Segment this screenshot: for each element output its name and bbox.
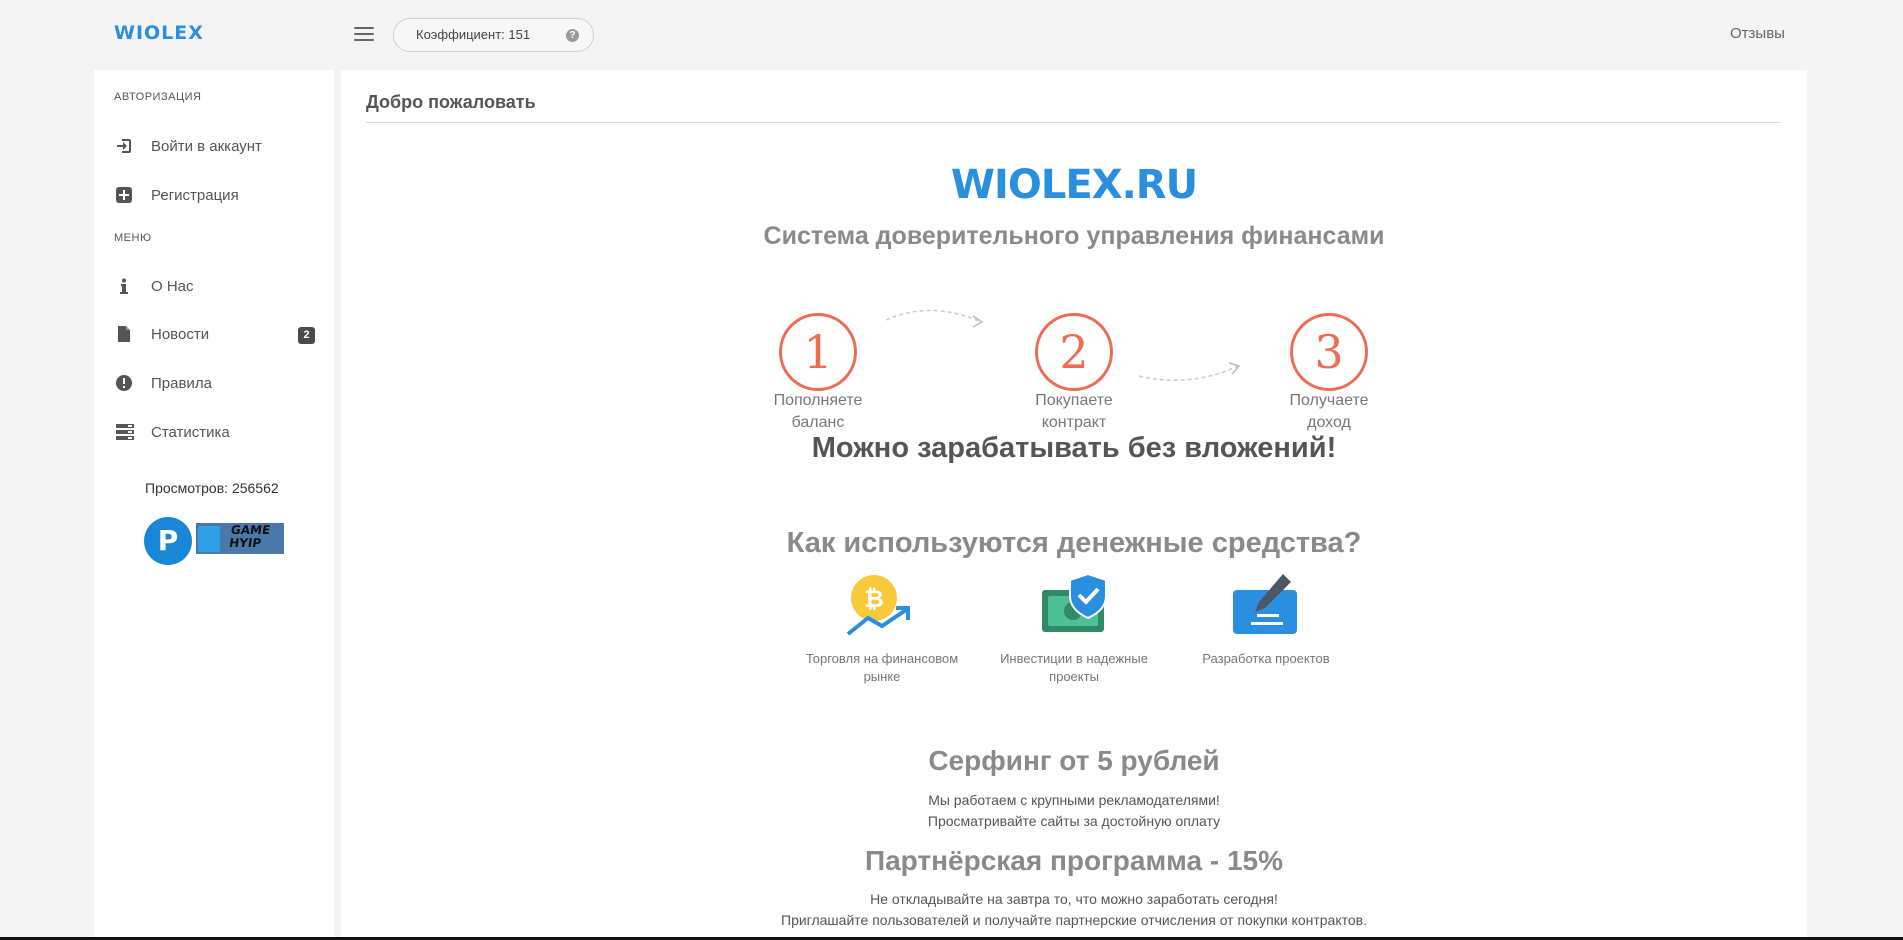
earn-headline: Можно зарабатывать без вложений!	[811, 432, 1337, 464]
views-counter: Просмотров: 256562	[145, 480, 279, 496]
step-3-circle: 3	[1290, 313, 1368, 391]
sidebar-item-label: Статистика	[151, 424, 230, 441]
sidebar-item-stats[interactable]: Статистика	[94, 412, 334, 452]
step-label-line: контракт	[1041, 414, 1107, 431]
exclamation-circle-icon	[116, 375, 132, 391]
sidebar-item-login[interactable]: Войти в аккаунт	[94, 126, 334, 166]
auth-section-title: Авторизация	[114, 91, 202, 103]
partner-text-1: Не откладывайте на завтра то, что можно …	[870, 891, 1278, 907]
how-funds-title: Как используются денежные средства?	[786, 527, 1362, 559]
step-label-line: Пополняете	[773, 392, 863, 409]
step-label-line: Получаете	[1289, 392, 1369, 409]
use-label-line: рынке	[863, 669, 901, 684]
partner-text-2: Приглашайте пользователей и получайте па…	[781, 912, 1367, 928]
sidebar-item-about[interactable]: О Нас	[94, 266, 334, 306]
surfing-title: Серфинг от 5 рублей	[928, 745, 1220, 776]
svg-text:₿: ₿	[864, 585, 884, 613]
menu-toggle-icon[interactable]	[354, 27, 374, 43]
step-label-line: Покупаете	[1035, 392, 1113, 409]
money-shield-icon	[1042, 572, 1107, 632]
main-content: Добро пожаловать WIOLEX.RU Система довер…	[341, 70, 1807, 940]
info-icon	[116, 278, 132, 294]
use-label-trading: Торговля на финансовом рынке	[797, 650, 967, 686]
partner-title: Партнёрская программа - 15%	[864, 845, 1284, 876]
step-3-label: Получаете доход	[1259, 390, 1399, 434]
monitor-p-badge[interactable]: P	[144, 517, 192, 565]
sidebar-item-label: Регистрация	[151, 187, 239, 204]
sidebar-item-label: Правила	[151, 375, 212, 392]
top-header: WIOLEX Коэффициент: 151 ? Отзывы	[0, 0, 1903, 70]
cup-icon	[198, 526, 220, 552]
pen-board-icon	[1233, 574, 1297, 634]
plus-square-icon	[116, 187, 132, 203]
banner-text: GAME HYIP	[228, 523, 272, 550]
step-label-line: баланс	[791, 414, 845, 431]
sidebar-item-rules[interactable]: Правила	[94, 363, 334, 403]
menu-section-title: Меню	[114, 232, 152, 244]
use-label-line: Торговля на финансовом	[805, 651, 959, 666]
brand-logo[interactable]: WIOLEX	[114, 22, 204, 44]
step-1-circle: 1	[779, 313, 857, 391]
sidebar-item-label: Новости	[151, 326, 210, 343]
coefficient-pill: Коэффициент: 151 ?	[393, 18, 594, 52]
use-label-line: Разработка проектов	[1202, 651, 1330, 666]
step-2-label: Покупаете контракт	[1004, 390, 1144, 434]
use-label-development: Разработка проектов	[1181, 650, 1351, 668]
help-icon[interactable]: ?	[566, 29, 579, 42]
sidebar: Авторизация Войти в аккаунт Регистрация …	[94, 70, 334, 940]
file-icon	[116, 326, 132, 342]
step-1-label: Пополняете баланс	[748, 390, 888, 434]
step-2-circle: 2	[1035, 313, 1113, 391]
game-hyip-banner[interactable]: GAME HYIP	[196, 523, 284, 554]
bitcoin-chart-icon: ₿	[846, 575, 910, 636]
coefficient-label: Коэффициент: 151	[416, 27, 531, 42]
sidebar-item-label: Войти в аккаунт	[151, 138, 262, 155]
surfing-text-1: Мы работаем с крупными рекламодателями!	[928, 792, 1220, 808]
use-label-line: проекты	[1049, 669, 1099, 684]
surfing-text-2: Просматривайте сайты за достойную оплату	[927, 813, 1221, 829]
use-label-investing: Инвестиции в надежные проекты	[989, 650, 1159, 686]
sign-in-icon	[116, 138, 132, 154]
sidebar-item-label: О Нас	[151, 278, 194, 295]
reviews-link[interactable]: Отзывы	[1730, 25, 1785, 42]
sidebar-item-news[interactable]: Новости 2	[94, 314, 334, 354]
server-icon	[116, 424, 134, 440]
news-count-badge: 2	[298, 327, 315, 344]
step-label-line: доход	[1307, 414, 1351, 431]
sidebar-item-register[interactable]: Регистрация	[94, 175, 334, 215]
use-label-line: Инвестиции в надежные	[1000, 651, 1148, 666]
